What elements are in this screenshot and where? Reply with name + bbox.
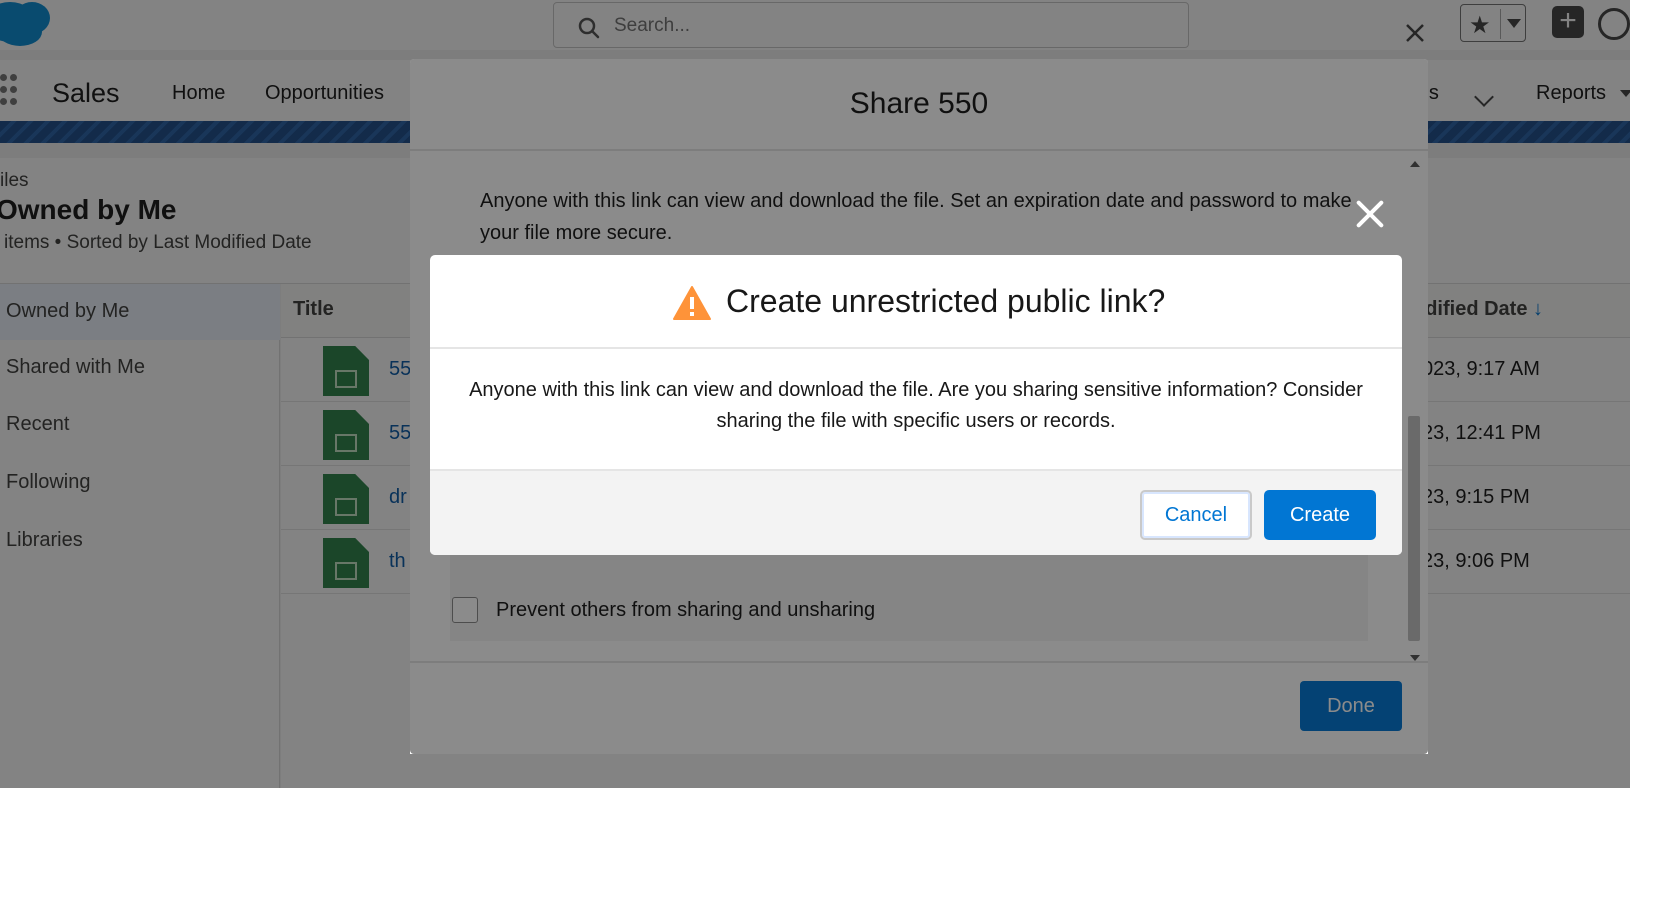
close-icon[interactable] (1354, 198, 1386, 230)
confirm-dialog-title: Create unrestricted public link? (726, 283, 1166, 319)
public-link-confirm-dialog: Create unrestricted public link? Anyone … (430, 255, 1402, 555)
create-button[interactable]: Create (1264, 490, 1376, 540)
confirm-dialog-footer: Cancel Create (430, 469, 1402, 555)
confirm-dialog-body: Anyone with this link can view and downl… (430, 349, 1402, 469)
confirm-dialog-message: Anyone with this link can view and downl… (469, 379, 1363, 432)
confirm-dialog-header: Create unrestricted public link? (430, 255, 1402, 349)
salesforce-app: Search... ★ + Sales Home Opportunities a… (0, 0, 1630, 788)
warning-icon (673, 286, 711, 320)
cancel-button[interactable]: Cancel (1140, 490, 1252, 540)
